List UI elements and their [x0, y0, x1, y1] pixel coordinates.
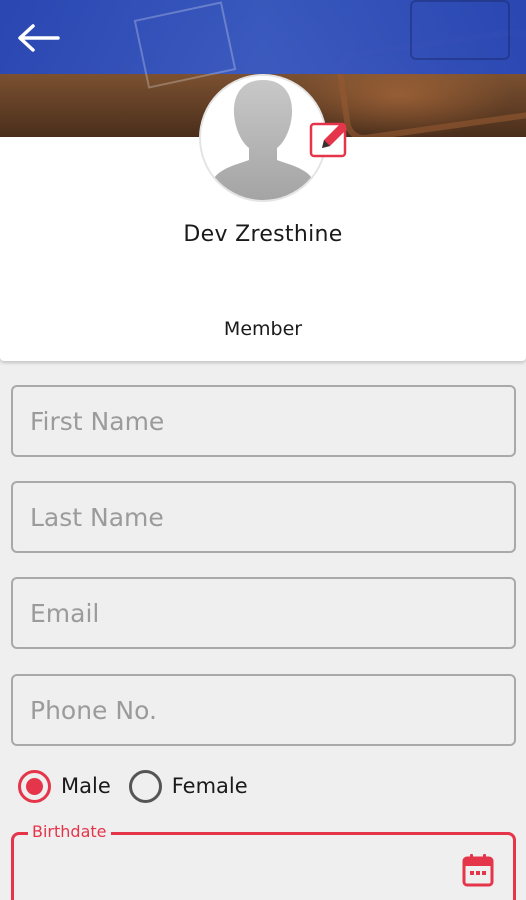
profile-name: Dev Zresthine — [183, 222, 343, 247]
email-field[interactable] — [11, 577, 516, 649]
birthdate-field[interactable] — [11, 832, 516, 900]
edit-pencil-icon[interactable] — [308, 118, 352, 162]
arrow-left-icon — [18, 24, 60, 52]
last-name-input[interactable] — [13, 483, 514, 551]
header-photo-decoration — [410, 0, 510, 60]
user-silhouette-icon — [209, 80, 317, 200]
male-radio[interactable] — [18, 769, 51, 803]
female-radio[interactable] — [128, 769, 162, 803]
birthdate-label: Birthdate — [28, 822, 111, 841]
first-name-field[interactable] — [11, 385, 516, 457]
phone-field[interactable] — [11, 674, 516, 746]
calendar-icon[interactable] — [461, 852, 495, 888]
profile-role: Member — [223, 318, 303, 340]
first-name-input[interactable] — [13, 387, 514, 455]
phone-input[interactable] — [13, 676, 514, 744]
header-photo-decoration — [133, 1, 237, 89]
back-button[interactable] — [14, 18, 62, 58]
gender-radio-group: Male Female — [18, 766, 266, 806]
last-name-field[interactable] — [11, 481, 516, 553]
email-input[interactable] — [13, 579, 514, 647]
header-overlay — [0, 0, 526, 89]
radio-selected-dot — [26, 777, 43, 795]
gender-male-option[interactable]: Male — [18, 769, 111, 803]
male-label: Male — [61, 774, 111, 798]
gender-female-option[interactable]: Female — [128, 769, 248, 803]
female-label: Female — [171, 774, 248, 798]
